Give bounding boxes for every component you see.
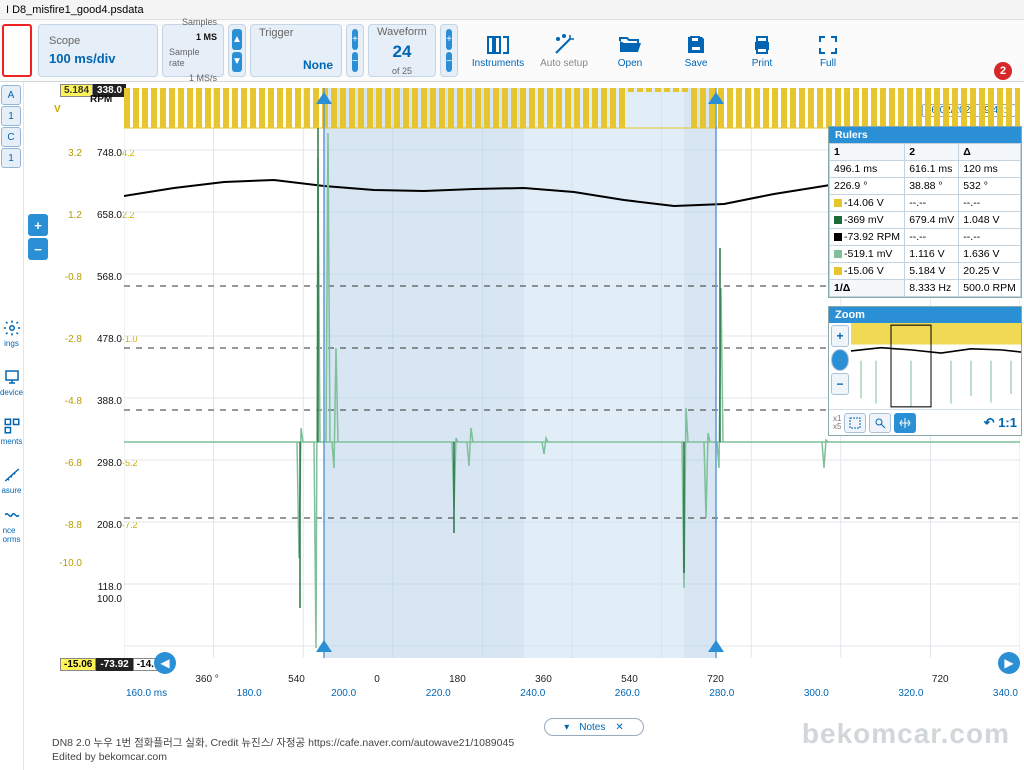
waveform-of: of 25 xyxy=(392,66,412,76)
wand-icon xyxy=(551,32,577,58)
sidebar-device[interactable]: device xyxy=(0,351,23,399)
waveform-label: Waveform xyxy=(377,26,427,38)
zoom-overview[interactable] xyxy=(851,323,1021,409)
zoom-slider[interactable] xyxy=(831,349,849,371)
left-sidebar: ings device ments asure nce orms xyxy=(0,82,24,770)
y-unit-rpm: RPM xyxy=(90,94,112,105)
print-icon xyxy=(749,32,775,58)
plus-icon[interactable]: + xyxy=(446,29,452,50)
instruments-button[interactable]: Instruments xyxy=(468,32,528,69)
main-toolbar: Scope 100 ms/div Samples 1 MS Sample rat… xyxy=(0,20,1024,82)
plus-icon[interactable]: + xyxy=(352,29,358,50)
zoom-marquee-button[interactable] xyxy=(844,413,866,433)
print-button[interactable]: Print xyxy=(732,32,792,69)
rulers-title: Rulers xyxy=(829,127,1021,143)
save-button[interactable]: Save xyxy=(666,32,726,69)
channel-toggles: A 1 C 1 xyxy=(0,84,22,169)
channel-a-button[interactable]: A xyxy=(1,85,21,105)
scroll-left-button[interactable]: ◀ xyxy=(154,652,176,674)
trigger-control[interactable]: Trigger None xyxy=(250,24,342,77)
waveform-prev[interactable]: + − xyxy=(346,24,364,77)
expand-icon xyxy=(815,32,841,58)
timebase-updown[interactable]: ▲ ▼ xyxy=(228,24,246,77)
samples-info: Samples 1 MS Sample rate 1 MS/s xyxy=(162,24,224,77)
scope-timebase[interactable]: Scope 100 ms/div xyxy=(38,24,158,77)
down-icon[interactable]: ▼ xyxy=(232,52,242,73)
value-yellow: -15.06 xyxy=(60,658,96,671)
rulers-table: 12Δ496.1 ms616.1 ms120 ms226.9 °38.88 °5… xyxy=(829,143,1021,297)
zoom-pan-button[interactable] xyxy=(894,413,916,433)
sidebar-instruments[interactable]: ments xyxy=(0,400,23,448)
scope-value: 100 ms/div xyxy=(49,51,116,66)
rulers-panel[interactable]: Rulers 12Δ496.1 ms616.1 ms120 ms226.9 °3… xyxy=(828,126,1022,298)
up-icon[interactable]: ▲ xyxy=(232,29,242,50)
footer-cursor-values: -15.06 -73.92 -14.06 xyxy=(60,658,169,671)
save-icon xyxy=(683,32,709,58)
toolbar-actions: Instruments Auto setup Open Save Print F… xyxy=(462,24,1020,77)
window-title: I D8_misfire1_good4.psdata xyxy=(0,0,1024,20)
sidebar-settings[interactable]: ings xyxy=(0,302,23,350)
sidebar-reference[interactable]: nce orms xyxy=(0,498,23,546)
zoom-in-button[interactable]: + xyxy=(831,325,849,347)
instruments-icon xyxy=(485,32,511,58)
waveform-next[interactable]: + − xyxy=(440,24,458,77)
minus-icon[interactable]: − xyxy=(352,52,358,73)
folder-open-icon xyxy=(617,32,643,58)
value-black: -73.92 xyxy=(96,658,132,671)
channel-a2-button[interactable]: 1 xyxy=(1,106,21,126)
minus-icon[interactable]: − xyxy=(446,52,452,73)
zoom-title: Zoom xyxy=(829,307,1021,323)
sidebar-measure[interactable]: asure xyxy=(0,449,23,497)
channel-c2-button[interactable]: 1 xyxy=(1,148,21,168)
zoom-reset-button[interactable]: ↶ 1:1 xyxy=(984,415,1017,431)
waveform-value: 24 xyxy=(393,42,412,62)
waveform-counter[interactable]: Waveform 24 of 25 xyxy=(368,24,436,77)
record-indicator[interactable] xyxy=(2,24,32,77)
notes-tab[interactable]: ▾Notes✕ xyxy=(544,718,644,736)
notification-badge[interactable]: 2 xyxy=(994,62,1012,80)
scope-label: Scope xyxy=(49,35,80,47)
close-icon[interactable]: ✕ xyxy=(615,722,623,733)
channel-c-button[interactable]: C xyxy=(1,127,21,147)
zoom-out-button[interactable]: − xyxy=(831,373,849,395)
x-axis: 360 °5400180360540720720 160.0 ms180.020… xyxy=(124,674,1020,718)
zoom-point-button[interactable] xyxy=(869,413,891,433)
open-button[interactable]: Open xyxy=(600,32,660,69)
y-unit-volts: V xyxy=(54,104,61,115)
scroll-right-button[interactable]: ▶ xyxy=(998,652,1020,674)
trigger-label: Trigger xyxy=(259,27,293,39)
autosetup-button[interactable]: Auto setup xyxy=(534,32,594,69)
fullscreen-button[interactable]: Full xyxy=(798,32,858,69)
trigger-value: None xyxy=(303,58,333,72)
zoom-panel[interactable]: Zoom + − xyxy=(828,306,1022,436)
footer-info: DN8 2.0 누우 1번 점화플러그 실화, Credit 뉴진스/ 자정공 … xyxy=(52,736,1016,770)
y-axis: V RPM 3.2748.04.21.2658.02.2-0.8568.0-2.… xyxy=(52,96,124,636)
waveform-chart[interactable]: 5.184 338.0 06/02/2025 19:43:4 V RPM 3.2… xyxy=(24,82,1024,770)
